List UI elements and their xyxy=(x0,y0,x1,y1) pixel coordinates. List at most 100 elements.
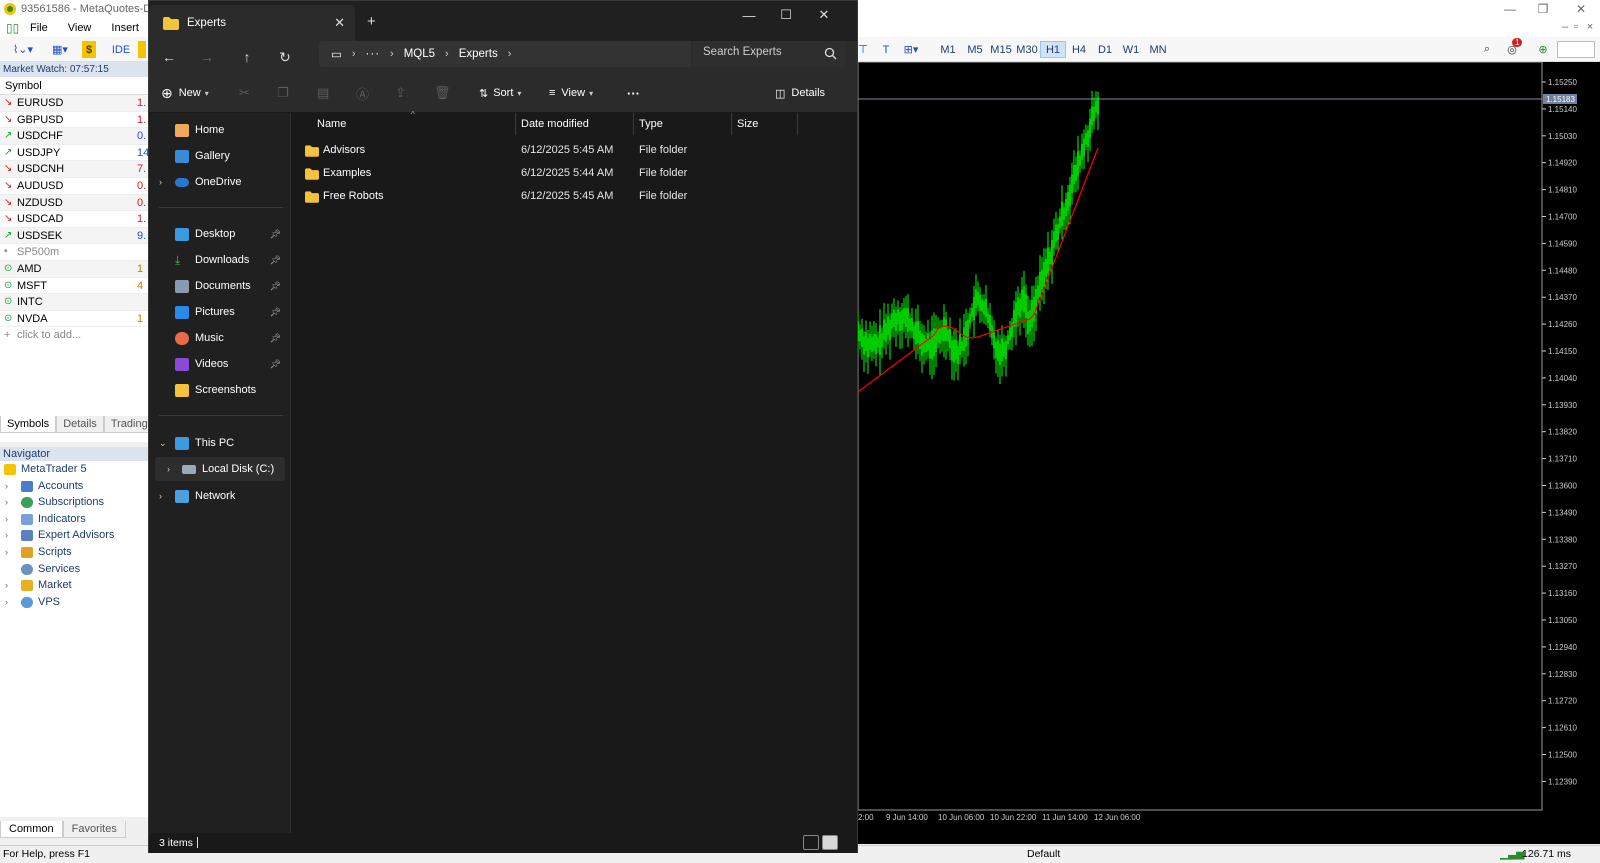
pin-icon[interactable]: 📌︎ xyxy=(270,359,281,370)
minimize-icon[interactable]: — xyxy=(1495,0,1525,18)
address-bar[interactable]: ▭ › ··· › MQL5 › Experts › xyxy=(319,41,845,67)
timeframe-h4[interactable]: H4 xyxy=(1066,41,1092,58)
menu-app-icon[interactable]: ▯▯ xyxy=(0,21,20,35)
navigator-indicators[interactable]: › Indicators xyxy=(0,511,149,528)
details-view-icon[interactable] xyxy=(803,835,819,850)
navigator-market[interactable]: › Market xyxy=(0,577,149,594)
shapes-tool-icon[interactable]: ⊞▾ xyxy=(898,41,924,58)
sidebar-item-network[interactable]: › Network xyxy=(155,484,285,508)
pin-icon[interactable]: 📌︎ xyxy=(270,281,281,292)
pin-icon[interactable]: 📌︎ xyxy=(270,229,281,240)
expand-icon[interactable]: › xyxy=(5,478,8,495)
sidebar-item-music[interactable]: Music 📌︎ xyxy=(155,326,285,350)
new-button[interactable]: ⊕ New ▾ xyxy=(161,83,209,103)
signal-icon[interactable]: ⊕ xyxy=(1536,41,1550,58)
navigator-root[interactable]: MetaTrader 5 xyxy=(0,461,149,478)
toolbar-input[interactable] xyxy=(1557,41,1595,58)
search-icon[interactable]: ⌕ xyxy=(1480,41,1494,58)
delete-icon[interactable]: 🗑︎ xyxy=(434,83,451,103)
market-watch-row[interactable]: ↗ USDSEK 9. xyxy=(0,227,149,245)
chart-bar-icon[interactable]: ⊤ xyxy=(858,41,868,58)
column-type[interactable]: Type xyxy=(639,118,663,130)
navigator-subscriptions[interactable]: › Subscriptions xyxy=(0,494,149,511)
new-tab-icon[interactable]: + xyxy=(367,13,376,30)
copy-icon[interactable]: ❐ xyxy=(277,83,289,103)
file-row[interactable]: Free Robots 6/12/2025 5:45 AM File folder xyxy=(297,186,837,208)
timeframe-m1[interactable]: M1 xyxy=(935,41,961,58)
sidebar-item-downloads[interactable]: ⤓ Downloads 📌︎ xyxy=(155,248,285,272)
line-chart-icon[interactable]: ⌇⌄▾ xyxy=(8,41,38,58)
text-tool-icon[interactable]: T xyxy=(880,41,892,58)
navigator-scripts[interactable]: › Scripts xyxy=(0,544,149,561)
toolbar-yellow-icon[interactable] xyxy=(138,41,146,58)
more-options-icon[interactable]: ··· xyxy=(627,83,640,103)
market-watch-row[interactable]: ⊙ NVDA 1 xyxy=(0,311,149,328)
chevron-right-icon[interactable]: › xyxy=(445,48,449,60)
expand-icon[interactable]: › xyxy=(5,527,8,544)
file-row[interactable]: Examples 6/12/2025 5:44 AM File folder xyxy=(297,163,837,185)
back-icon[interactable]: ← xyxy=(155,46,183,68)
chart-close-icon[interactable]: × xyxy=(1580,18,1600,37)
up-icon[interactable]: ↑ xyxy=(233,46,261,68)
paste-icon[interactable]: ▤ xyxy=(317,83,329,103)
navigator-services[interactable]: Services xyxy=(0,561,149,578)
chevron-right-icon[interactable]: › xyxy=(352,48,356,60)
sidebar-item-documents[interactable]: Documents 📌︎ xyxy=(155,274,285,298)
market-watch-row[interactable]: ↘ EURUSD 1. xyxy=(0,95,149,112)
search-input[interactable] xyxy=(703,46,813,58)
file-row[interactable]: Advisors 6/12/2025 5:45 AM File folder xyxy=(297,140,837,162)
market-watch-row[interactable]: ↘ GBPUSD 1. xyxy=(0,112,149,129)
column-separator[interactable] xyxy=(515,113,516,135)
this-pc-icon[interactable]: ▭ xyxy=(331,47,342,61)
market-watch-add[interactable]: + click to add... xyxy=(0,327,149,343)
dollar-icon[interactable]: $ xyxy=(82,41,96,58)
tab-common[interactable]: Common xyxy=(0,821,63,838)
sidebar-item-screenshots[interactable]: Screenshots xyxy=(155,378,285,402)
sidebar-item-desktop[interactable]: Desktop 📌︎ xyxy=(155,222,285,246)
market-watch-row[interactable]: ↗ USDJPY 14 xyxy=(0,145,149,162)
sidebar-item-this-pc[interactable]: ⌄ This PC xyxy=(155,431,285,455)
chevron-right-icon[interactable]: › xyxy=(159,177,162,187)
expand-icon[interactable]: › xyxy=(5,594,8,611)
column-separator[interactable] xyxy=(731,113,732,135)
menu-insert[interactable]: Insert xyxy=(101,22,149,34)
timeframe-mn[interactable]: MN xyxy=(1145,41,1171,58)
market-watch-row[interactable]: ↘ AUDUSD 0. xyxy=(0,178,149,195)
column-size[interactable]: Size xyxy=(737,118,758,130)
forward-icon[interactable]: → xyxy=(193,46,221,68)
sidebar-item-videos[interactable]: Videos 📌︎ xyxy=(155,352,285,376)
sidebar-item-onedrive[interactable]: › OneDrive xyxy=(155,170,285,194)
menu-view[interactable]: View xyxy=(58,22,102,34)
explorer-tab[interactable]: Experts ✕ xyxy=(149,5,355,41)
cut-icon[interactable]: ✂ xyxy=(239,83,250,103)
minimize-icon[interactable]: — xyxy=(729,5,769,25)
market-watch-column-symbol[interactable]: Symbol xyxy=(0,77,149,95)
chevron-right-icon[interactable]: › xyxy=(508,48,512,60)
view-button[interactable]: ≡ View ▾ xyxy=(549,83,593,103)
pin-icon[interactable]: 📌︎ xyxy=(270,333,281,344)
tab-details[interactable]: Details xyxy=(56,416,104,433)
chart-type-icon[interactable]: ▦▾ xyxy=(45,41,75,58)
sidebar-item-local-disk[interactable]: › Local Disk (C:) xyxy=(155,457,285,481)
expand-icon[interactable]: › xyxy=(5,577,8,594)
column-date-modified[interactable]: Date modified xyxy=(521,118,589,130)
chevron-down-icon[interactable]: ⌄ xyxy=(159,438,167,449)
market-watch-row[interactable]: ⊙ MSFT 4 xyxy=(0,278,149,295)
sidebar-item-pictures[interactable]: Pictures 📌︎ xyxy=(155,300,285,324)
ellipsis-icon[interactable]: ··· xyxy=(366,48,381,60)
sort-button[interactable]: ⇅ Sort ▾ xyxy=(479,83,521,103)
timeframe-m5[interactable]: M5 xyxy=(962,41,988,58)
search-icon[interactable] xyxy=(824,47,837,60)
tiles-view-icon[interactable] xyxy=(822,835,838,850)
expand-icon[interactable]: › xyxy=(5,544,8,561)
column-separator[interactable] xyxy=(797,113,798,135)
column-name[interactable]: Name xyxy=(317,118,346,130)
market-watch-row[interactable]: ↗ USDCHF 0. xyxy=(0,128,149,145)
chevron-right-icon[interactable]: › xyxy=(390,48,394,60)
tab-favorites[interactable]: Favorites xyxy=(62,821,126,838)
status-profile[interactable]: Default xyxy=(1027,846,1060,863)
notifications-icon[interactable]: ◎ 1 xyxy=(1503,38,1523,58)
column-separator[interactable] xyxy=(633,113,634,135)
market-watch-row[interactable]: ⊙ AMD 1 xyxy=(0,260,149,278)
market-watch-row[interactable]: ↘ USDCNH 7. xyxy=(0,161,149,178)
